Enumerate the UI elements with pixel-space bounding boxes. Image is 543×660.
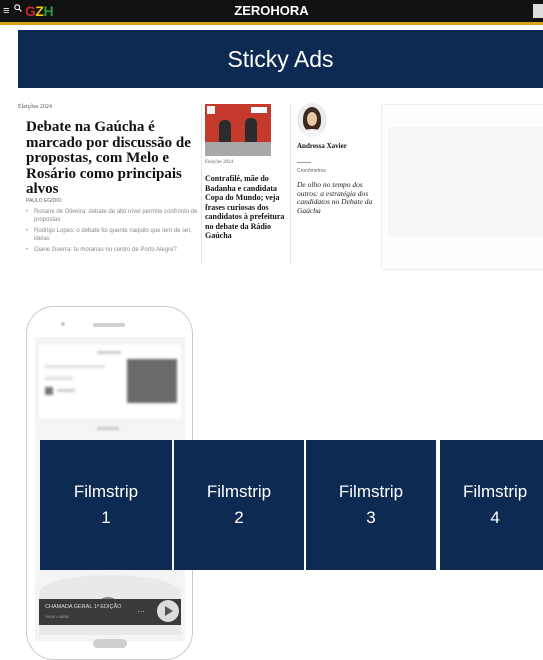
header-stripe — [0, 22, 543, 25]
related-link[interactable]: Giane Guerra: tu morarias no centro de P… — [26, 246, 198, 254]
main-story-headline[interactable]: Debate na Gaúcha é marcado por discussão… — [26, 119, 194, 198]
related-link[interactable]: Rodrigo Lopes: o debate foi quente naqui… — [26, 227, 198, 243]
phone-speaker — [93, 323, 125, 327]
phone-home-button — [93, 639, 127, 648]
main-story-kicker: Eleições 2024 — [18, 104, 52, 110]
column-divider — [201, 104, 202, 264]
columnist-name[interactable]: Andressa Xavier — [297, 142, 357, 150]
account-tab[interactable] — [533, 4, 543, 18]
sticky-ad-banner[interactable]: Sticky Ads — [18, 30, 543, 88]
more-options-icon[interactable]: … — [137, 606, 145, 614]
filmstrip-tile-2[interactable]: Filmstrip 2 — [174, 440, 304, 570]
blurred-ad-card — [39, 345, 181, 419]
debate-photo[interactable] — [205, 104, 271, 156]
columnist-headline[interactable]: De olho no tempo dos outros: a estratégi… — [297, 180, 379, 215]
play-icon[interactable] — [157, 600, 179, 622]
filmstrip-tile-1[interactable]: Filmstrip 1 — [40, 440, 172, 570]
columnist-avatar[interactable] — [297, 103, 327, 137]
main-story-byline: PAULO EGÍDIO — [26, 198, 62, 204]
video-player-bar[interactable]: CHAMADA GERAL 1ª EDIÇÃO 19:00 • 04/08 … — [39, 599, 181, 625]
columnist-section: Cronômetros — [297, 168, 326, 174]
second-story-headline[interactable]: Contrafilé, mãe do Badanha e candidata C… — [205, 174, 285, 241]
related-link[interactable]: Rosane de Oliveira: debate de alto nível… — [26, 208, 198, 224]
ad-slot[interactable] — [381, 104, 543, 270]
author-divider — [297, 162, 311, 163]
video-title: CHAMADA GERAL 1ª EDIÇÃO — [45, 604, 122, 610]
brand-title[interactable]: ZEROHORA — [0, 3, 543, 19]
phone-camera — [61, 322, 65, 326]
second-story-kicker: Eleições 2024 — [205, 160, 234, 165]
filmstrip-tile-3[interactable]: Filmstrip 3 — [306, 440, 436, 570]
video-meta: 19:00 • 04/08 — [45, 614, 69, 619]
filmstrip-tile-4[interactable]: Filmstrip 4 — [440, 440, 543, 570]
column-divider — [290, 104, 291, 264]
related-links: Rosane de Oliveira: debate de alto nível… — [26, 208, 198, 257]
top-bar: ≡ GZH ZEROHORA — [0, 0, 543, 22]
